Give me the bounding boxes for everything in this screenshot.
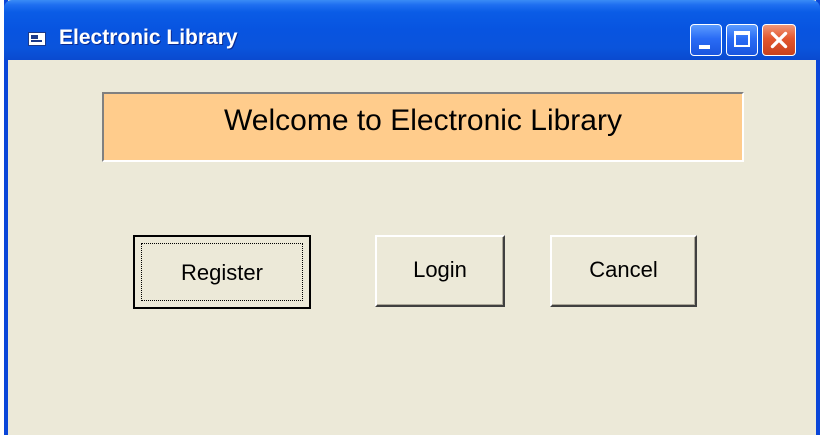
welcome-banner: Welcome to Electronic Library bbox=[102, 92, 744, 162]
welcome-text: Welcome to Electronic Library bbox=[224, 104, 622, 137]
register-button[interactable]: Register bbox=[133, 235, 311, 309]
cancel-button[interactable]: Cancel bbox=[550, 235, 697, 307]
login-button[interactable]: Login bbox=[375, 235, 505, 307]
close-button[interactable] bbox=[762, 24, 796, 56]
close-icon bbox=[770, 31, 788, 49]
minimize-button[interactable] bbox=[690, 24, 722, 56]
register-button-label: Register bbox=[141, 243, 303, 301]
app-window-icon[interactable] bbox=[28, 32, 46, 46]
title-bar[interactable]: Electronic Library bbox=[4, 0, 820, 60]
maximize-button[interactable] bbox=[726, 24, 758, 56]
window-title: Electronic Library bbox=[59, 26, 238, 49]
maximize-icon bbox=[734, 31, 750, 47]
app-window: Electronic Library Welcome to Electronic… bbox=[4, 0, 820, 435]
minimize-icon bbox=[699, 45, 710, 49]
